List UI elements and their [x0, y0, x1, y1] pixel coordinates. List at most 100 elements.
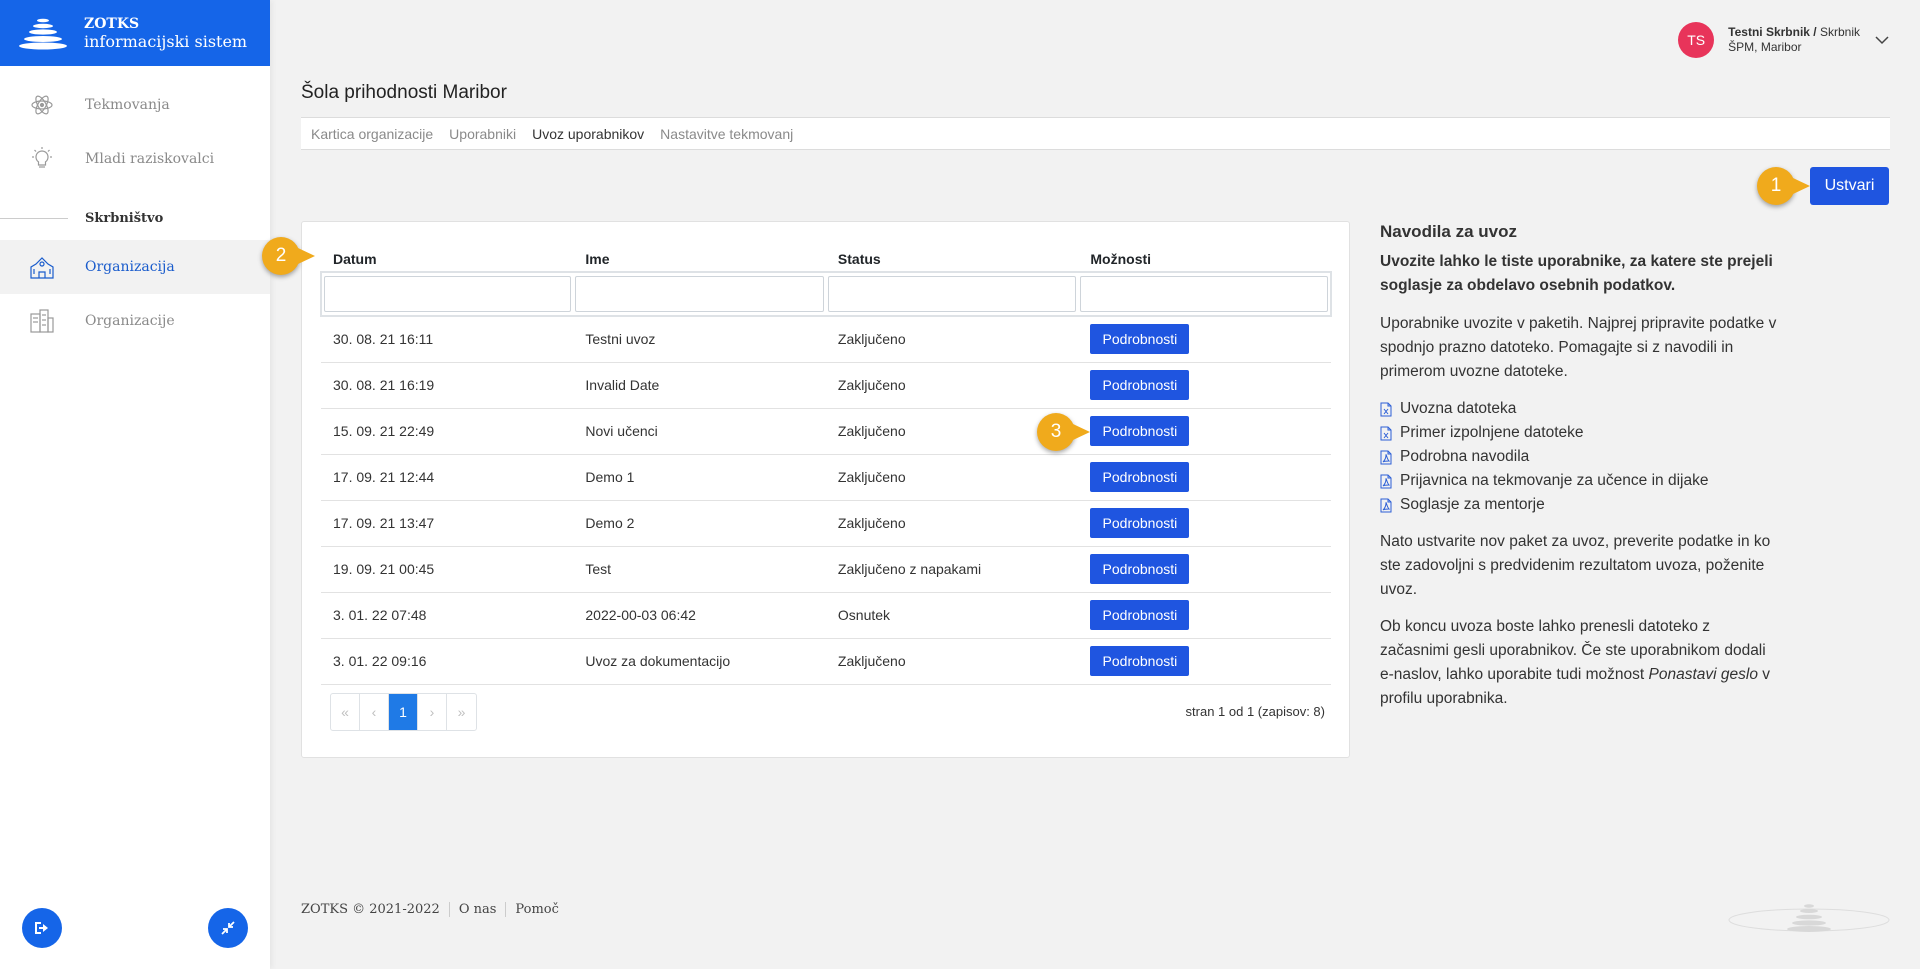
sidebar-item-label: Mladi raziskovalci	[85, 151, 215, 167]
school-icon	[28, 253, 56, 281]
sidebar-section-skrbnistvo: Skrbništvo	[0, 196, 270, 240]
page-1-button[interactable]: 1	[389, 694, 418, 730]
instructions-title: Navodila za uvoz	[1380, 222, 1517, 241]
details-button[interactable]: Podrobnosti	[1090, 462, 1190, 492]
create-button[interactable]: Ustvari	[1810, 167, 1889, 205]
sidebar-item-label: Tekmovanja	[85, 97, 170, 113]
user-info: Testni Skrbnik / Skrbnik ŠPM, Maribor	[1728, 25, 1860, 55]
column-header-ime[interactable]: Ime	[573, 246, 826, 272]
filter-datum-input[interactable]	[324, 276, 572, 312]
column-header-datum[interactable]: Datum	[321, 246, 573, 272]
cell-status: Zaključeno	[825, 316, 1079, 363]
brand-text: ZOTKS informacijski sistem	[84, 15, 247, 51]
tab-bar: Kartica organizacije Uporabniki Uvoz upo…	[301, 117, 1890, 150]
file-link-uvozna-datoteka[interactable]: Uvozna datoteka	[1380, 397, 1780, 421]
avatar: TS	[1678, 22, 1715, 58]
details-button[interactable]: Podrobnosti	[1090, 370, 1190, 400]
tab-kartica-organizacije[interactable]: Kartica organizacije	[311, 126, 433, 142]
atom-icon	[28, 91, 56, 119]
sidebar-item-organizacije[interactable]: Organizacije	[0, 294, 270, 348]
zotks-footer-logo-icon	[1728, 904, 1890, 932]
lightbulb-icon	[28, 145, 56, 173]
details-button[interactable]: Podrobnosti	[1090, 508, 1190, 538]
file-link-soglasje[interactable]: Soglasje za mentorje	[1380, 493, 1780, 517]
collapse-sidebar-button[interactable]	[208, 908, 248, 948]
cell-date: 15. 09. 21 22:49	[321, 408, 574, 455]
cell-date: 17. 09. 21 13:47	[321, 500, 574, 547]
footer-link-help[interactable]: Pomoč	[505, 902, 567, 917]
cell-date: 3. 01. 22 09:16	[321, 638, 574, 685]
sidebar-item-tekmovanja[interactable]: Tekmovanja	[0, 78, 270, 132]
annotation-badge-3: 3	[1037, 413, 1090, 451]
user-menu[interactable]: TS Testni Skrbnik / Skrbnik ŠPM, Maribor	[1678, 22, 1890, 58]
cell-status: Zaključeno	[825, 362, 1079, 409]
pdf-file-icon	[1380, 498, 1392, 512]
footer-link-about[interactable]: O nas	[448, 902, 506, 917]
file-link-podrobna-navodila[interactable]: Podrobna navodila	[1380, 445, 1780, 469]
tab-uporabniki[interactable]: Uporabniki	[449, 126, 516, 142]
instructions-lead: Uvozite lahko le tiste uporabnike, za ka…	[1380, 253, 1773, 294]
file-label: Uvozna datoteka	[1400, 400, 1517, 417]
import-instructions: Navodila za uvoz Uvozite lahko le tiste …	[1380, 220, 1780, 724]
filter-ime-input[interactable]	[575, 276, 824, 312]
user-name: Testni Skrbnik /	[1728, 25, 1817, 39]
column-header-status[interactable]: Status	[826, 246, 1078, 272]
user-role: Skrbnik	[1819, 25, 1860, 39]
brand-header[interactable]: ZOTKS informacijski sistem	[0, 0, 270, 66]
sidebar-item-organizacija[interactable]: Organizacija	[0, 240, 270, 294]
pdf-file-icon	[1380, 474, 1392, 488]
collapse-icon	[221, 921, 235, 935]
tab-uvoz-uporabnikov[interactable]: Uvoz uporabnikov	[532, 126, 644, 142]
cell-options: Podrobnosti	[1078, 408, 1331, 455]
imports-table: Datum Ime Status Možnosti 30. 08. 21 16:…	[319, 246, 1332, 685]
table-row: 3. 01. 22 09:16 Uvoz za dokumentacijo Za…	[321, 638, 1331, 685]
cell-date: 17. 09. 21 12:44	[321, 454, 574, 501]
buildings-icon	[28, 307, 56, 335]
text-emphasis: Ponastavi geslo	[1648, 666, 1758, 683]
page-next-button[interactable]: ›	[418, 694, 447, 730]
file-label: Podrobna navodila	[1400, 448, 1530, 465]
details-button[interactable]: Podrobnosti	[1090, 646, 1190, 676]
logout-button[interactable]	[22, 908, 62, 948]
column-header-moznosti: Možnosti	[1090, 250, 1152, 267]
cell-name: Test	[573, 546, 826, 593]
page-title: Šola prihodnosti Maribor	[301, 82, 507, 103]
filter-status-input[interactable]	[827, 276, 1077, 312]
cell-date: 30. 08. 21 16:19	[321, 362, 574, 409]
cell-status: Zaključeno	[825, 500, 1079, 547]
cell-options: Podrobnosti	[1078, 546, 1331, 593]
cell-date: 30. 08. 21 16:11	[321, 316, 574, 363]
table-row: 15. 09. 21 22:49 Novi učenci Zaključeno …	[321, 408, 1331, 455]
tab-nastavitve-tekmovanj[interactable]: Nastavitve tekmovanj	[660, 126, 793, 142]
details-button[interactable]: Podrobnosti	[1090, 600, 1190, 630]
logout-icon	[35, 922, 48, 934]
record-count: stran 1 od 1 (zapisov: 8)	[1185, 704, 1325, 719]
chevron-down-icon	[1875, 36, 1889, 45]
brand-title: ZOTKS	[84, 16, 140, 32]
excel-file-icon	[1380, 426, 1392, 440]
user-org: ŠPM, Maribor	[1728, 40, 1802, 54]
details-button[interactable]: Podrobnosti	[1090, 416, 1190, 446]
sidebar-item-mladi-raziskovalci[interactable]: Mladi raziskovalci	[0, 132, 270, 186]
page-first-button[interactable]: «	[331, 694, 360, 730]
cell-name: 2022-00-03 06:42	[573, 592, 826, 639]
table-row: 17. 09. 21 13:47 Demo 2 Zaključeno Podro…	[321, 500, 1331, 547]
cell-name: Novi učenci	[573, 408, 826, 455]
excel-file-icon	[1380, 402, 1392, 416]
cell-status: Zaključeno	[825, 638, 1079, 685]
file-link-primer[interactable]: Primer izpolnjene datoteke	[1380, 421, 1780, 445]
page-prev-button[interactable]: ‹	[360, 694, 389, 730]
cell-options: Podrobnosti	[1078, 454, 1331, 501]
sidebar-item-label: Organizacija	[85, 259, 175, 275]
table-row: 30. 08. 21 16:19 Invalid Date Zaključeno…	[321, 362, 1331, 409]
brand-subtitle: informacijski sistem	[84, 32, 248, 51]
cell-status: Osnutek	[825, 592, 1079, 639]
file-label: Primer izpolnjene datoteke	[1400, 424, 1584, 441]
page-last-button[interactable]: »	[447, 694, 476, 730]
cell-name: Uvoz za dokumentacijo	[573, 638, 826, 685]
filter-moznosti-input[interactable]	[1080, 276, 1328, 312]
cell-options: Podrobnosti	[1078, 316, 1331, 363]
details-button[interactable]: Podrobnosti	[1090, 554, 1190, 584]
file-link-prijavnica[interactable]: Prijavnica na tekmovanje za učence in di…	[1380, 469, 1780, 493]
details-button[interactable]: Podrobnosti	[1090, 324, 1190, 355]
